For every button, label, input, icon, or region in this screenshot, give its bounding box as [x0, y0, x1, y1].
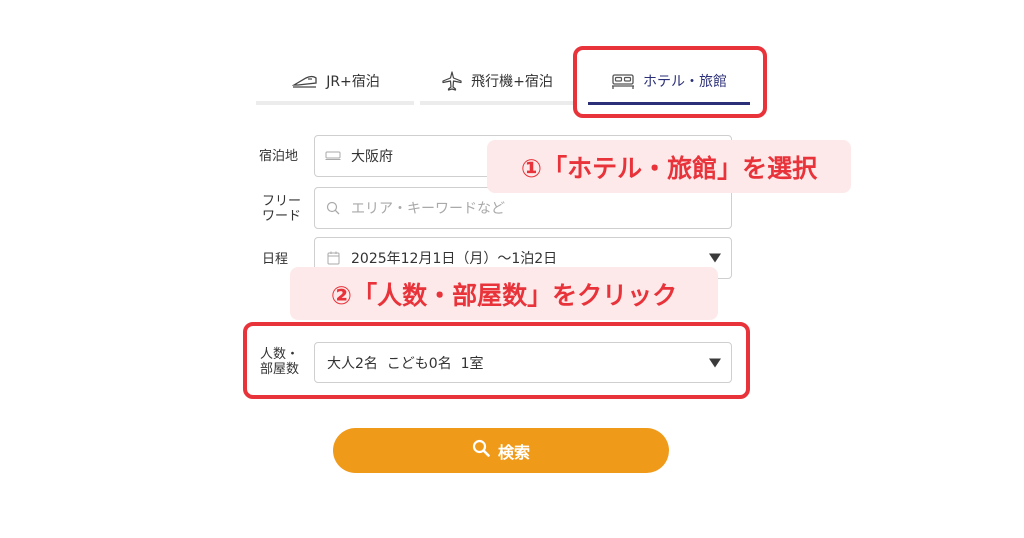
- airplane-icon: [441, 70, 463, 92]
- callout-step1: ①「ホテル・旅館」を選択: [487, 140, 851, 193]
- chevron-down-icon: [709, 253, 721, 263]
- destination-label: 宿泊地: [259, 149, 299, 164]
- tab-air-hotel[interactable]: 飛行機+宿泊: [420, 56, 574, 106]
- bed-icon: [325, 148, 341, 164]
- destination-value: 大阪府: [351, 149, 393, 165]
- keyword-label-line2: ワード: [262, 209, 302, 224]
- keyword-placeholder: エリア・キーワードなど: [351, 201, 505, 217]
- keyword-label: フリー ワード: [262, 194, 301, 224]
- tab-underline: [256, 101, 414, 105]
- tab-jr-hotel[interactable]: JR+宿泊: [258, 56, 414, 106]
- tab-underline: [420, 101, 576, 105]
- search-button[interactable]: 検索: [333, 428, 669, 473]
- date-value: 2025年12月1日（月）〜1泊2日: [351, 251, 558, 267]
- search-icon: [325, 200, 341, 216]
- search-icon: [472, 439, 490, 462]
- callout-step2: ②「人数・部屋数」をクリック: [290, 267, 718, 320]
- tab-label: 飛行機+宿泊: [471, 74, 553, 90]
- highlight-box-hotel-tab: [573, 46, 767, 118]
- keyword-label-line1: フリー: [262, 194, 302, 209]
- highlight-box-guests: [243, 322, 750, 399]
- calendar-icon: [325, 250, 341, 266]
- keyword-input[interactable]: エリア・キーワードなど: [314, 187, 732, 229]
- date-label: 日程: [262, 252, 289, 267]
- tab-label: JR+宿泊: [326, 74, 380, 90]
- train-icon: [292, 74, 318, 88]
- search-button-label: 検索: [497, 444, 530, 462]
